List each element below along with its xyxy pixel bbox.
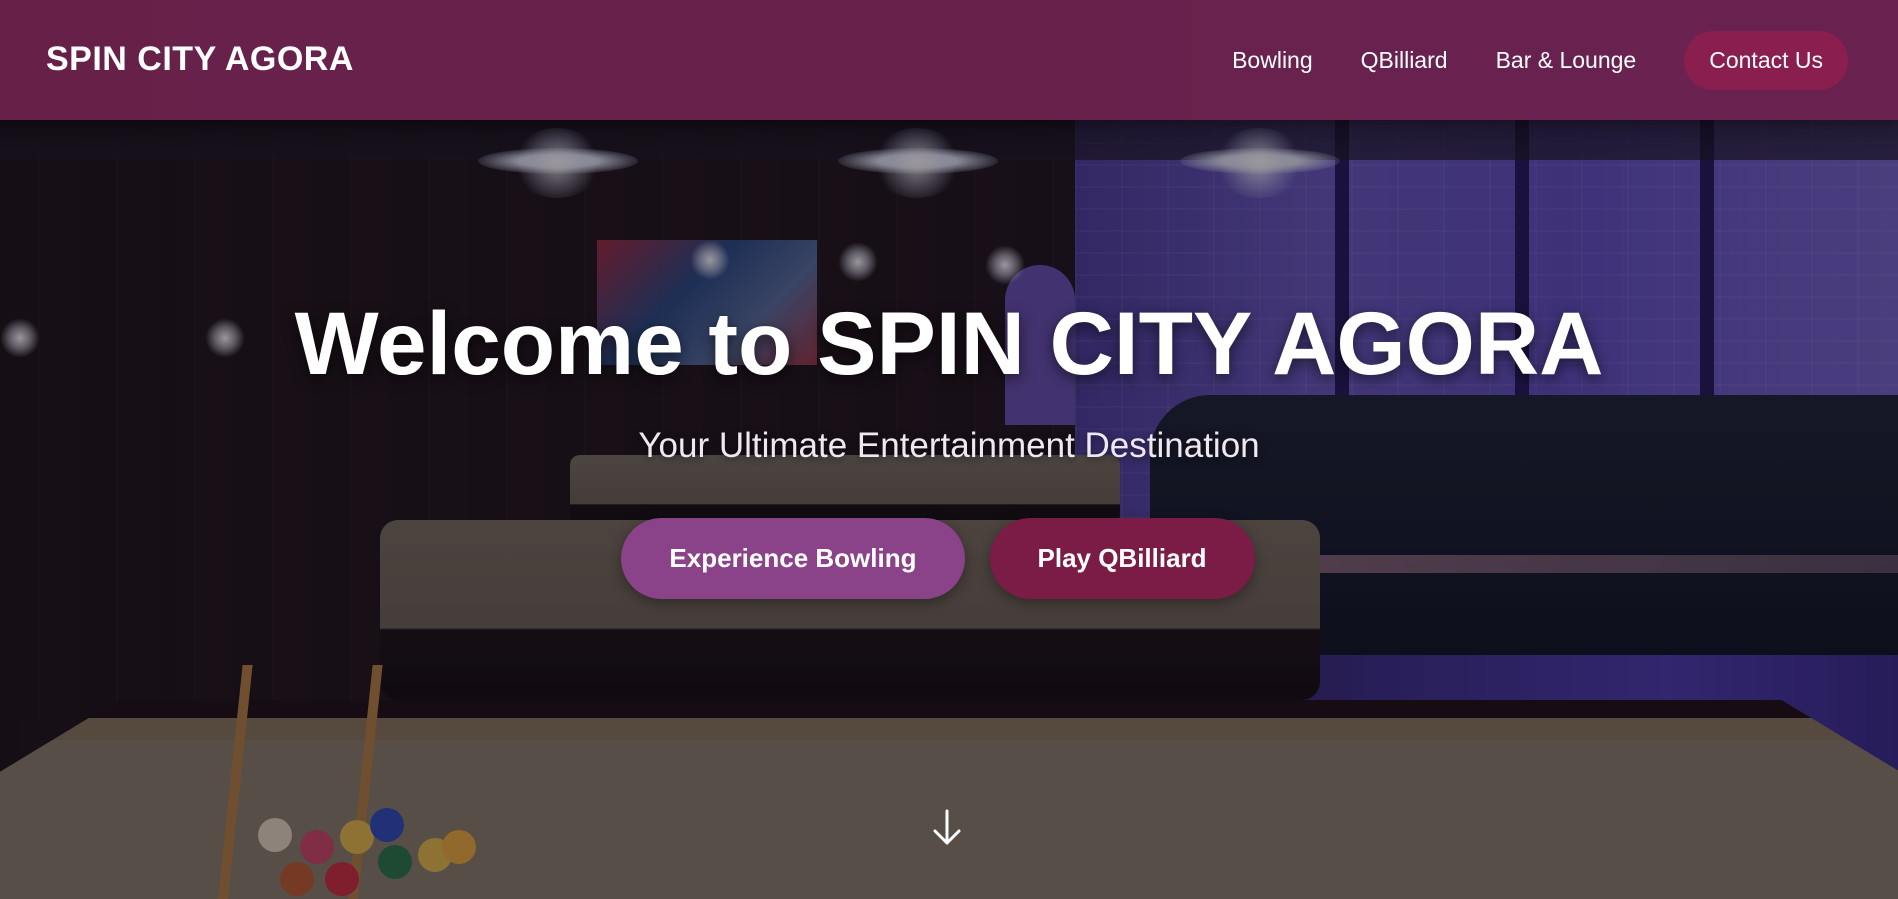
top-navbar: SPIN CITY AGORA Bowling QBilliard Bar & …	[0, 0, 1898, 120]
nav-link-bar-lounge[interactable]: Bar & Lounge	[1496, 47, 1637, 74]
hero-content: Welcome to SPIN CITY AGORA Your Ultimate…	[0, 288, 1898, 599]
nav-links: Bowling QBilliard Bar & Lounge Contact U…	[1232, 30, 1848, 90]
hero-subtitle: Your Ultimate Entertainment Destination	[638, 426, 1260, 465]
nav-link-qbilliard[interactable]: QBilliard	[1361, 47, 1448, 74]
play-qbilliard-button[interactable]: Play QBilliard	[989, 518, 1255, 599]
contact-us-button[interactable]: Contact Us	[1684, 30, 1848, 90]
arrow-down-icon[interactable]	[927, 805, 967, 853]
brand-logo[interactable]: SPIN CITY AGORA	[46, 40, 354, 79]
experience-bowling-button[interactable]: Experience Bowling	[621, 518, 965, 599]
nav-link-bowling[interactable]: Bowling	[1232, 47, 1313, 74]
arrow-down-icon-svg	[933, 809, 961, 845]
hero-title: Welcome to SPIN CITY AGORA	[294, 293, 1604, 393]
cta-row: Experience Bowling Play QBilliard	[0, 518, 1898, 599]
